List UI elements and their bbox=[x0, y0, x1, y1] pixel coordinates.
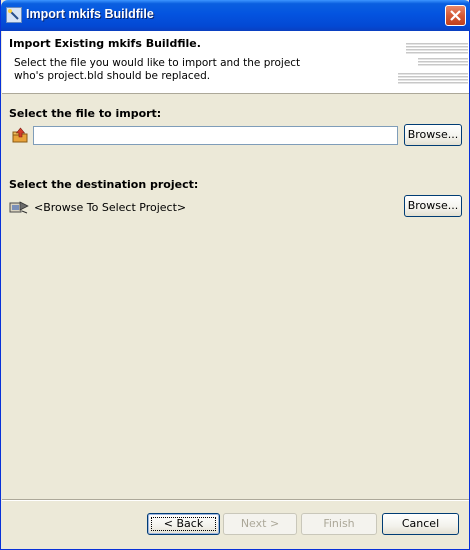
wizard-header: Import Existing mkifs Buildfile. Select … bbox=[2, 31, 469, 94]
button-bar-separator bbox=[2, 499, 469, 501]
title-bar[interactable]: Import mkifs Buildfile bbox=[1, 0, 470, 31]
finish-button[interactable]: Finish bbox=[301, 513, 377, 535]
wizard-icon bbox=[6, 7, 22, 23]
window-title: Import mkifs Buildfile bbox=[26, 7, 154, 21]
project-icon bbox=[9, 201, 29, 214]
file-browse-button[interactable]: Browse... bbox=[404, 124, 462, 146]
cancel-button[interactable]: Cancel bbox=[382, 513, 459, 535]
back-button[interactable]: < Back bbox=[147, 513, 220, 535]
project-section-label: Select the destination project: bbox=[9, 178, 199, 191]
project-placeholder: <Browse To Select Project> bbox=[34, 201, 187, 214]
next-button[interactable]: Next > bbox=[223, 513, 297, 535]
focus-ring bbox=[151, 517, 216, 531]
header-description: Select the file you would like to import… bbox=[14, 57, 301, 82]
file-section-label: Select the file to import: bbox=[9, 107, 162, 120]
close-button[interactable] bbox=[445, 5, 466, 26]
banner-graphic bbox=[398, 43, 468, 84]
close-icon bbox=[450, 10, 461, 21]
project-browse-button[interactable]: Browse... bbox=[404, 195, 462, 217]
folder-import-icon bbox=[12, 127, 28, 143]
header-title: Import Existing mkifs Buildfile. bbox=[9, 37, 201, 50]
import-dialog: Import mkifs Buildfile Import Existing m… bbox=[0, 0, 470, 550]
file-path-input[interactable] bbox=[33, 126, 398, 145]
